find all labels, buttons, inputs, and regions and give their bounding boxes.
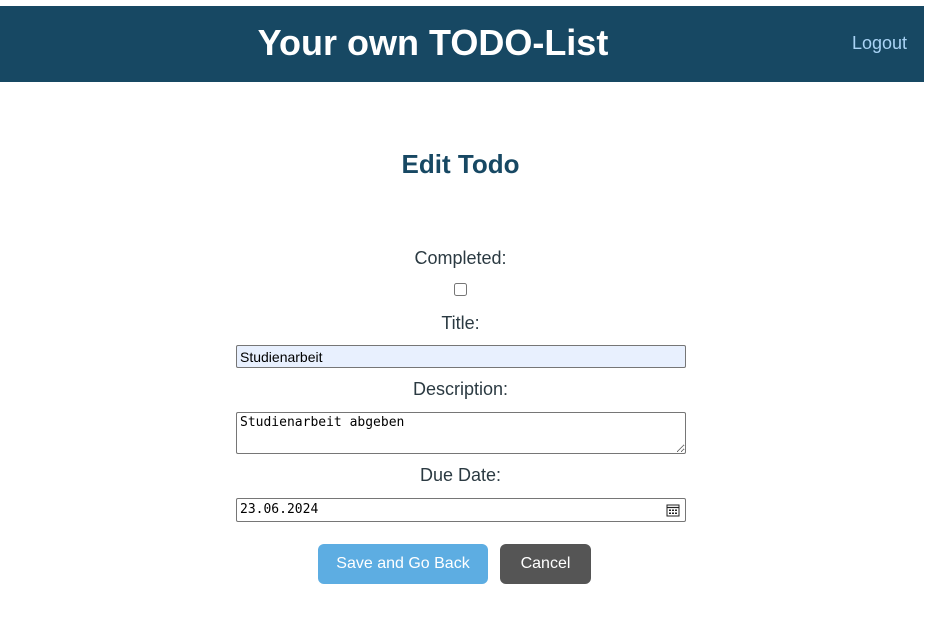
title-input[interactable]	[236, 345, 686, 368]
due-date-value: 23.06.2024	[240, 502, 319, 517]
description-label: Description:	[412, 379, 509, 399]
calendar-icon[interactable]	[666, 503, 680, 517]
save-and-go-back-button[interactable]: Save and Go Back	[318, 544, 488, 584]
completed-label: Completed:	[414, 248, 507, 268]
page-title: Edit Todo	[401, 149, 520, 179]
title-label: Title:	[441, 313, 480, 333]
app-header: Your own TODO-List Logout	[0, 6, 924, 82]
description-textarea[interactable]: Studienarbeit abgeben	[236, 412, 686, 454]
due-date-input[interactable]: 23.06.2024	[236, 498, 686, 522]
cancel-button[interactable]: Cancel	[500, 544, 591, 584]
app-title: Your own TODO-List	[257, 22, 609, 63]
due-date-label: Due Date:	[419, 465, 502, 485]
logout-link[interactable]: Logout	[852, 32, 907, 54]
completed-checkbox[interactable]	[454, 283, 467, 296]
